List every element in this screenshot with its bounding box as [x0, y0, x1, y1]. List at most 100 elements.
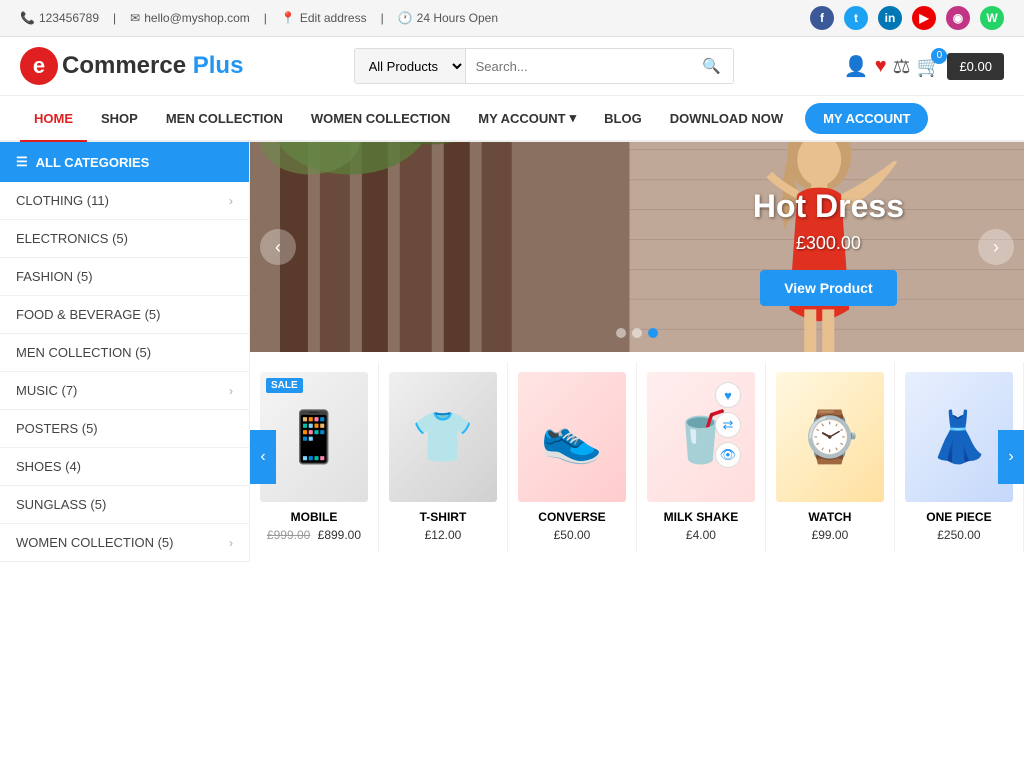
hero-dot-1[interactable]: [616, 328, 626, 338]
nav-home[interactable]: HOME: [20, 97, 87, 142]
product-name-tshirt: T-SHIRT: [389, 510, 497, 524]
whatsapp-icon[interactable]: W: [980, 6, 1004, 30]
product-emoji-converse: 👟: [541, 408, 603, 467]
hero-background: [250, 142, 1024, 352]
account-icon[interactable]: 👤: [844, 54, 869, 79]
instagram-icon[interactable]: ◉: [946, 6, 970, 30]
hero-title: Hot Dress: [753, 188, 904, 225]
facebook-icon[interactable]: f: [810, 6, 834, 30]
nav-shop[interactable]: SHOP: [87, 97, 152, 140]
email-icon: ✉: [130, 11, 140, 25]
menu-icon: ☰: [16, 154, 28, 170]
search-button[interactable]: 🔍: [690, 49, 733, 83]
chevron-right-icon-2: ›: [229, 384, 233, 398]
product-image-milkshake: ♥ ⇄ 👁 🥤: [647, 372, 755, 502]
sidebar-item-women-collection[interactable]: WOMEN COLLECTION (5) ›: [0, 524, 249, 562]
hero-image-svg: [250, 142, 1024, 352]
sidebar-item-posters[interactable]: POSTERS (5): [0, 410, 249, 448]
product-name-watch: WATCH: [776, 510, 884, 524]
twitter-icon[interactable]: t: [844, 6, 868, 30]
youtube-icon[interactable]: ▶: [912, 6, 936, 30]
phone-number: 123456789: [39, 11, 99, 25]
hero-prev-button[interactable]: ‹: [260, 229, 296, 265]
product-emoji-watch: ⌚: [799, 408, 861, 467]
hero-view-product-button[interactable]: View Product: [760, 270, 896, 306]
sidebar-item-clothing[interactable]: CLOTHING (11) ›: [0, 182, 249, 220]
cart-total: £0.00: [959, 59, 992, 74]
product-price-mobile: £999.00 £899.00: [260, 528, 368, 542]
product-action-icons: ♥ ⇄ 👁: [715, 382, 741, 468]
edit-address-link[interactable]: Edit address: [300, 11, 367, 25]
nav-blog[interactable]: BLOG: [590, 97, 656, 140]
hero-dot-3[interactable]: [648, 328, 658, 338]
logo-icon: e: [20, 47, 58, 85]
logo[interactable]: e Commerce Plus: [20, 47, 243, 85]
hero-slider: Hot Dress £300.00 View Product ‹ ›: [250, 142, 1024, 352]
product-emoji-onepiece: 👗: [928, 408, 990, 467]
email-info: ✉ hello@myshop.com: [130, 11, 250, 25]
hours-info: 🕐 24 Hours Open: [398, 11, 498, 25]
wishlist-icon[interactable]: ♥: [875, 55, 887, 78]
search-category-select[interactable]: All Products Clothing Electronics Fashio…: [355, 49, 466, 83]
sidebar-item-food-beverage[interactable]: FOOD & BEVERAGE (5): [0, 296, 249, 334]
top-bar-contact: 📞 123456789 | ✉ hello@myshop.com | 📍 Edi…: [20, 11, 498, 25]
wishlist-icon-btn[interactable]: ♥: [715, 382, 741, 408]
product-name-mobile: MOBILE: [260, 510, 368, 524]
separator-1: |: [113, 11, 116, 25]
product-card-watch: ⌚ WATCH £99.00: [766, 362, 895, 552]
product-name-milkshake: MILK SHAKE: [647, 510, 755, 524]
cart-icon[interactable]: 🛒 0: [917, 54, 942, 79]
hours-text: 24 Hours Open: [417, 11, 498, 25]
hero-content: Hot Dress £300.00 View Product: [753, 188, 904, 306]
view-icon-btn[interactable]: 👁: [715, 442, 741, 468]
products-section: ‹ SALE 📱 MOBILE £999.00 £899.00: [250, 352, 1024, 562]
top-bar: 📞 123456789 | ✉ hello@myshop.com | 📍 Edi…: [0, 0, 1024, 37]
product-image-mobile: SALE 📱: [260, 372, 368, 502]
hero-price: £300.00: [753, 233, 904, 254]
separator-2: |: [264, 11, 267, 25]
header-icons: 👤 ♥ ⚖ 🛒 0 £0.00: [844, 53, 1004, 80]
search-bar: All Products Clothing Electronics Fashio…: [354, 48, 734, 84]
search-input[interactable]: [466, 49, 690, 83]
product-card-tshirt: 👕 T-SHIRT £12.00: [379, 362, 508, 552]
nav-men-collection[interactable]: MEN COLLECTION: [152, 97, 297, 140]
hero-next-button[interactable]: ›: [978, 229, 1014, 265]
product-price-converse: £50.00: [518, 528, 626, 542]
pin-icon: 📍: [281, 11, 296, 25]
sidebar-item-fashion[interactable]: FASHION (5): [0, 258, 249, 296]
product-emoji-mobile: 📱: [283, 408, 345, 467]
hero-dot-2[interactable]: [632, 328, 642, 338]
cart-button[interactable]: £0.00: [947, 53, 1004, 80]
product-image-converse: 👟: [518, 372, 626, 502]
nav-download-now[interactable]: DOWNLOAD NOW: [656, 97, 797, 140]
sidebar-item-sunglass[interactable]: SUNGLASS (5): [0, 486, 249, 524]
product-image-onepiece: 👗: [905, 372, 1013, 502]
chevron-right-icon-3: ›: [229, 536, 233, 550]
main-nav: HOME SHOP MEN COLLECTION WOMEN COLLECTIO…: [0, 96, 1024, 142]
linkedin-icon[interactable]: in: [878, 6, 902, 30]
chevron-right-icon: ›: [229, 194, 233, 208]
products-next-button[interactable]: ›: [998, 430, 1024, 484]
sidebar-item-men-collection[interactable]: MEN COLLECTION (5): [0, 334, 249, 372]
products-prev-button[interactable]: ‹: [250, 430, 276, 484]
nav-my-account[interactable]: MY ACCOUNT ▾: [464, 96, 590, 140]
social-links: f t in ▶ ◉ W: [810, 6, 1004, 30]
logo-text: Commerce Plus: [62, 52, 243, 80]
product-name-converse: CONVERSE: [518, 510, 626, 524]
sidebar-item-shoes[interactable]: SHOES (4): [0, 448, 249, 486]
product-price-milkshake: £4.00: [647, 528, 755, 542]
separator-3: |: [381, 11, 384, 25]
dropdown-arrow-icon: ▾: [570, 110, 577, 126]
product-image-watch: ⌚: [776, 372, 884, 502]
nav-women-collection[interactable]: WOMEN COLLECTION: [297, 97, 464, 140]
sale-badge: SALE: [266, 378, 303, 393]
header-action-group: 👤 ♥ ⚖ 🛒 0 £0.00: [844, 53, 1004, 80]
product-emoji-tshirt: 👕: [412, 408, 474, 467]
compare-icon-btn[interactable]: ⇄: [715, 412, 741, 438]
sidebar-item-electronics[interactable]: ELECTRONICS (5): [0, 220, 249, 258]
sidebar-item-music[interactable]: MUSIC (7) ›: [0, 372, 249, 410]
compare-icon[interactable]: ⚖: [893, 54, 911, 79]
nav-cta-button[interactable]: My Account: [805, 103, 928, 134]
product-card-milkshake: ♥ ⇄ 👁 🥤 MILK SHAKE £4.00: [637, 362, 766, 552]
sidebar-header: ☰ ALL CATEGORIES: [0, 142, 249, 182]
